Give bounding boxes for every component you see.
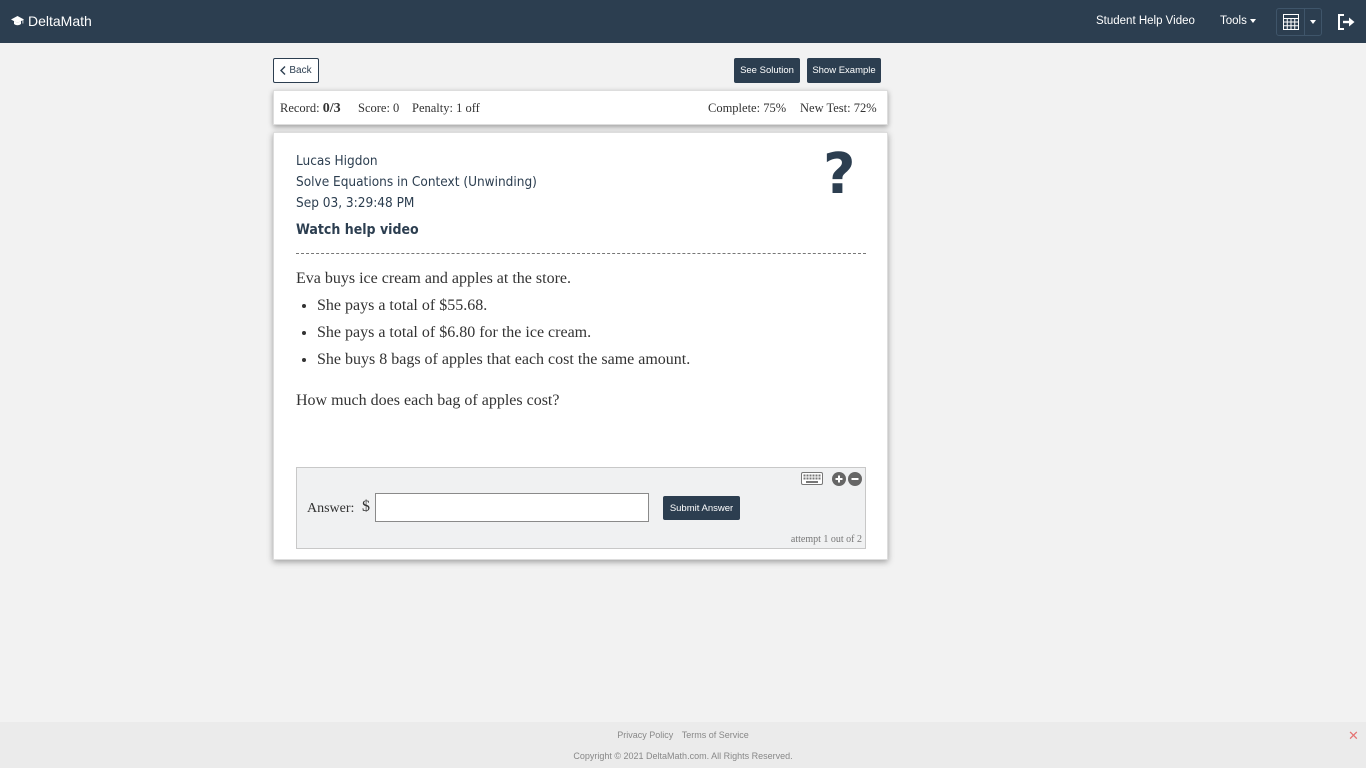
attempt-counter: attempt 1 out of 2 [790, 534, 862, 545]
record-stat: Record: 0/3 [280, 101, 341, 117]
student-help-video-link[interactable]: Student Help Video [1096, 15, 1195, 27]
zoom-out-icon[interactable] [848, 472, 862, 486]
chevron-left-icon [280, 66, 286, 75]
footer: Privacy Policy Terms of Service Copyrigh… [0, 722, 1366, 768]
calculator-button[interactable] [1277, 9, 1306, 35]
tools-menu[interactable]: Tools [1220, 15, 1256, 27]
problem-card: Lucas Higdon Solve Equations in Context … [273, 132, 888, 560]
help-question-icon[interactable]: ? [823, 147, 855, 203]
back-button[interactable]: Back [273, 58, 319, 83]
answer-area: Answer: $ Submit Answer attempt 1 out of… [296, 467, 866, 549]
problem-bullets: She pays a total of $55.68. She pays a t… [296, 297, 866, 369]
zoom-in-icon[interactable] [832, 472, 846, 486]
answer-input[interactable] [375, 493, 649, 522]
complete-stat: Complete: 75% [708, 101, 787, 115]
see-solution-button[interactable]: See Solution [734, 58, 800, 83]
top-navbar: DeltaMath Student Help Video Tools [0, 0, 1366, 43]
calculator-button-group [1276, 8, 1322, 36]
back-label: Back [289, 65, 312, 76]
skill-title: Solve Equations in Context (Unwinding) [296, 174, 537, 190]
divider [296, 253, 866, 254]
privacy-policy-link[interactable]: Privacy Policy [617, 730, 673, 740]
currency-symbol: $ [362, 498, 370, 515]
calculator-dropdown-toggle[interactable] [1305, 9, 1321, 35]
record-value: 0/3 [322, 101, 341, 116]
problem-text: Eva buys ice cream and apples at the sto… [296, 270, 866, 410]
submit-answer-button[interactable]: Submit Answer [663, 496, 740, 520]
caret-down-icon [1249, 18, 1256, 23]
new-test-stat: New Test: 72% [800, 101, 877, 115]
answer-label: Answer: [307, 501, 355, 516]
problem-intro: Eva buys ice cream and apples at the sto… [296, 270, 571, 287]
terms-of-service-link[interactable]: Terms of Service [682, 730, 749, 740]
problem-bullet: She pays a total of $6.80 for the ice cr… [317, 324, 866, 342]
problem-bullet: She buys 8 bags of apples that each cost… [317, 351, 866, 369]
problem-bullet: She pays a total of $55.68. [317, 297, 866, 315]
brand-name: DeltaMath [28, 13, 92, 29]
score-stat: Score: 0 [358, 101, 400, 115]
record-label: Record: [280, 101, 320, 115]
graduation-cap-icon [11, 15, 24, 25]
show-example-button[interactable]: Show Example [807, 58, 881, 83]
brand[interactable]: DeltaMath [11, 13, 92, 29]
watch-help-video-link[interactable]: Watch help video [296, 222, 419, 238]
penalty-stat: Penalty: 1 off [412, 101, 480, 115]
footer-links: Privacy Policy Terms of Service [0, 730, 1366, 740]
keyboard-icon[interactable] [801, 472, 823, 485]
tools-label: Tools [1220, 15, 1247, 27]
problem-timestamp: Sep 03, 3:29:48 PM [296, 195, 415, 211]
logout-icon[interactable] [1337, 14, 1355, 30]
copyright-text: Copyright © 2021 DeltaMath.com. All Righ… [573, 751, 793, 761]
record-bar: Record: 0/3 Score: 0 Penalty: 1 off Comp… [273, 90, 888, 125]
student-name: Lucas Higdon [296, 153, 378, 169]
caret-down-icon [1310, 20, 1317, 24]
calculator-icon [1282, 14, 1299, 30]
close-footer-icon[interactable]: ✕ [1348, 728, 1359, 744]
problem-question: How much does each bag of apples cost? [296, 392, 560, 409]
